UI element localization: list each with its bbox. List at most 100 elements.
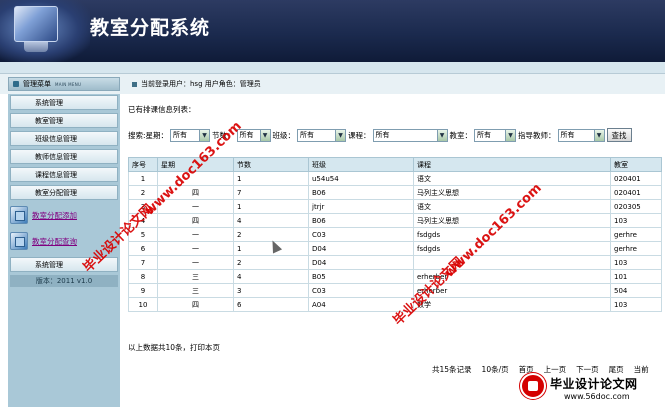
table-cell: 四 [157, 297, 234, 312]
sidebar-subitem-query-label[interactable]: 教室分配查询 [32, 236, 77, 247]
table-cell: 7 [233, 185, 309, 200]
table-cell: D04 [308, 255, 414, 270]
chevron-down-icon[interactable]: ▼ [505, 129, 516, 141]
table-cell: 3 [233, 283, 309, 298]
chevron-down-icon[interactable]: ▼ [335, 129, 346, 141]
week-select-value: 所有 [173, 131, 188, 139]
table-cell: u54u54 [308, 171, 414, 186]
table-cell: B06 [308, 185, 414, 200]
logo-url: www.56doc.com [564, 392, 630, 401]
table-cell: 7 [128, 255, 158, 270]
col-header-room: 教室 [610, 157, 662, 172]
table-row: 3 一 1 jtrjr 语文 020305 [128, 199, 662, 214]
logo-title: 毕业设计论文网 [550, 377, 638, 391]
table-cell: 8 [128, 269, 158, 284]
table-cell: 020401 [610, 171, 662, 186]
sidebar-subitem-add[interactable]: 教室分配添加 [10, 203, 118, 227]
sidebar-item-room-allocation[interactable]: 教室分配管理 [10, 185, 118, 200]
col-header-index: 序号 [128, 157, 158, 172]
table-cell: jtrjr [308, 199, 414, 214]
logo-icon [520, 373, 546, 399]
search-class-label: 班级： [272, 130, 296, 140]
table-cell: 三 [157, 269, 234, 284]
table-cell: 4 [233, 269, 309, 284]
sidebar-item-system[interactable]: 系统管理 [10, 95, 118, 110]
table-cell: 1 [233, 171, 309, 186]
table-row: 9 三 3 C03 erherber 504 [128, 283, 662, 298]
table-cell: 四 [157, 213, 234, 228]
room-select[interactable]: 所有 ▼ [474, 128, 517, 142]
list-title: 已有排课信息列表： [128, 105, 196, 114]
search-button[interactable]: 查找 [606, 128, 632, 142]
menu-header-title: 管理菜单 [23, 80, 51, 88]
table-row: 4 四 4 B06 马列主义思想 103 [128, 213, 662, 228]
table-row: 7 一 2 D04 103 [128, 255, 662, 270]
table-row: 1 1 u54u54 语文 020401 [128, 171, 662, 186]
table-cell: 一 [157, 241, 234, 256]
site-logo: 毕业设计论文网 www.56doc.com [520, 373, 665, 407]
table-cell: 一 [157, 255, 234, 270]
table-cell: 101 [610, 269, 662, 284]
sidebar-item-classroom[interactable]: 教室管理 [10, 113, 118, 128]
table-cell: B05 [308, 269, 414, 284]
week-select[interactable]: 所有 ▼ [170, 128, 211, 142]
course-select-value: 所有 [375, 131, 390, 139]
table-cell: 020401 [610, 185, 662, 200]
teacher-select[interactable]: 所有 ▼ [557, 128, 605, 142]
bullet-icon [132, 81, 137, 87]
table-cell: fsdgds [413, 227, 611, 242]
table-row: 5 一 2 C03 fsdgds gerhre [128, 227, 662, 242]
search-bar: 搜索:星期： 所有 ▼ 节数： 所有 ▼ 班级： 所有 ▼ 课程： 所有 ▼ 教… [128, 128, 632, 142]
col-header-course: 课程 [413, 157, 611, 172]
table-cell: 数学 [413, 297, 611, 312]
table-cell: 103 [610, 213, 662, 228]
sidebar-item-course-info[interactable]: 课程信息管理 [10, 167, 118, 182]
table-cell: 三 [157, 283, 234, 298]
summary-text: 以上数据共10条，打印本页 [128, 343, 221, 352]
app-title: 教室分配系统 [90, 17, 211, 39]
table-cell: 9 [128, 283, 158, 298]
table-row: 8 三 4 B05 erherber 101 [128, 269, 662, 284]
menu-icon [13, 81, 19, 87]
table-cell: B06 [308, 213, 414, 228]
pager-total: 共15条记录 [432, 365, 472, 374]
monitor-icon [14, 6, 58, 42]
chevron-down-icon[interactable]: ▼ [259, 129, 270, 141]
table-row: 2 四 7 B06 马列主义思想 020401 [128, 185, 662, 200]
table-cell: 4 [233, 213, 309, 228]
menu-header-subtitle: MAIN MENU [55, 81, 82, 87]
table-cell: 1 [128, 171, 158, 186]
chevron-down-icon[interactable]: ▼ [199, 129, 210, 141]
table-cell: 504 [610, 283, 662, 298]
chevron-down-icon[interactable]: ▼ [436, 129, 447, 141]
table-cell: 103 [610, 255, 662, 270]
add-allocation-icon [10, 206, 28, 224]
search-room-label: 教室： [449, 130, 473, 140]
search-course-label: 课程： [348, 130, 371, 140]
sidebar-subitem-add-label[interactable]: 教室分配添加 [32, 210, 77, 221]
col-header-period: 节数 [233, 157, 309, 172]
login-info: 当前登录用户：hsg 用户角色：管理员 [132, 79, 261, 89]
class-select[interactable]: 所有 ▼ [297, 128, 347, 142]
table-cell: 020305 [610, 199, 662, 214]
table-cell: C03 [308, 283, 414, 298]
table-cell: 一 [157, 227, 234, 242]
table-cell: fsdgds [413, 241, 611, 256]
col-header-class: 班级 [308, 157, 414, 172]
table-row: 6 一 1 D04 fsdgds gerhre [128, 241, 662, 256]
monitor-stand-icon [24, 42, 48, 52]
table-cell: 10 [128, 297, 158, 312]
room-select-value: 所有 [477, 131, 492, 139]
login-text: 当前登录用户：hsg 用户角色：管理员 [141, 80, 261, 88]
table-cell: 语文 [413, 171, 611, 186]
sidebar-item-class-info[interactable]: 班级信息管理 [10, 131, 118, 146]
table-cell: 1 [233, 199, 309, 214]
search-teacher-label: 指导教师： [518, 130, 556, 140]
course-select[interactable]: 所有 ▼ [372, 128, 448, 142]
chevron-down-icon[interactable]: ▼ [593, 129, 604, 141]
sidebar-item-teacher-info[interactable]: 教师信息管理 [10, 149, 118, 164]
table-cell: gerhre [610, 241, 662, 256]
teacher-select-value: 所有 [560, 131, 575, 139]
query-allocation-icon [10, 232, 28, 250]
table-cell: gerhre [610, 227, 662, 242]
